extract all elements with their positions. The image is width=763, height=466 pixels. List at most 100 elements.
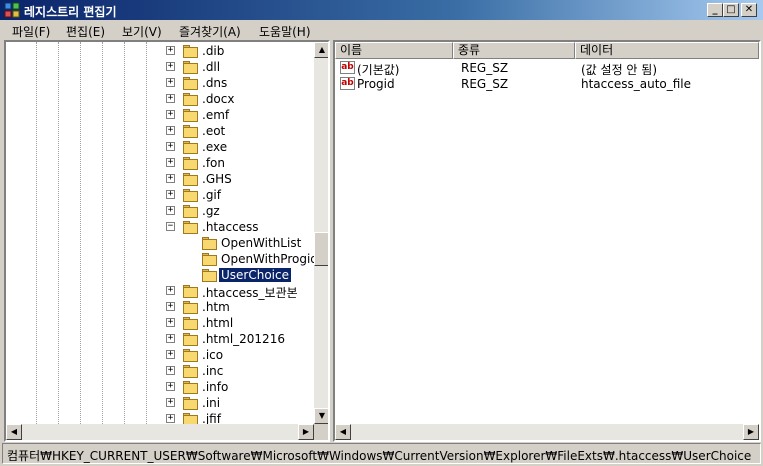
tree-item-label[interactable]: .docx: [200, 92, 236, 106]
tree-item-label[interactable]: .fon: [200, 156, 227, 170]
tree-item[interactable]: + .dns: [6, 75, 312, 91]
tree-vertical-scroll-thumb[interactable]: [314, 232, 328, 266]
collapse-icon[interactable]: −: [166, 222, 175, 231]
expand-icon[interactable]: +: [166, 398, 175, 407]
scroll-down-button[interactable]: ▼: [314, 408, 328, 424]
tree-item[interactable]: + .ico: [6, 347, 312, 363]
tree-item-label[interactable]: OpenWithProgids: [219, 252, 326, 266]
tree-item[interactable]: + .emf: [6, 107, 312, 123]
scroll-right-button[interactable]: ▶: [743, 424, 759, 440]
tree-item[interactable]: + .exe: [6, 139, 312, 155]
tree-item-label[interactable]: .dll: [200, 60, 222, 74]
tree-horizontal-scrollbar[interactable]: ◀ ▶: [6, 424, 314, 440]
list-horizontal-scrollbar[interactable]: ◀ ▶: [335, 424, 759, 440]
expand-icon[interactable]: +: [166, 318, 175, 327]
title-bar[interactable]: 레지스트리 편집기 _ □ ✕: [0, 0, 763, 20]
menu-favorites[interactable]: 즐겨찾기(A): [179, 23, 241, 40]
expand-icon[interactable]: +: [166, 382, 175, 391]
tree-item-label[interactable]: .ico: [200, 348, 225, 362]
value-row[interactable]: ab Progid REG_SZ htaccess_auto_file: [335, 76, 759, 92]
expand-icon[interactable]: +: [166, 78, 175, 87]
tree-item[interactable]: OpenWithProgids: [6, 251, 324, 267]
value-row[interactable]: ab (기본값) REG_SZ (값 설정 안 됨): [335, 60, 759, 77]
values-list-pane[interactable]: 이름 종류 데이터 ab (기본값) REG_SZ (값 설정 안 됨) ab Progi…: [333, 40, 761, 442]
value-type: REG_SZ: [461, 61, 509, 75]
tree-item-label[interactable]: .gif: [200, 188, 223, 202]
column-header-row: 이름 종류 데이터: [335, 42, 759, 59]
tree-item[interactable]: − .htaccess: [6, 219, 312, 235]
scroll-left-button[interactable]: ◀: [6, 424, 22, 440]
folder-icon: [183, 77, 199, 90]
tree-item[interactable]: + .inc: [6, 363, 312, 379]
tree-item[interactable]: + .htaccess_보관본: [6, 283, 312, 300]
scroll-right-button[interactable]: ▶: [298, 424, 314, 440]
tree-item[interactable]: + .dll: [6, 59, 312, 75]
expand-icon[interactable]: +: [166, 46, 175, 55]
tree-item[interactable]: + .info: [6, 379, 312, 395]
tree-item[interactable]: + .gif: [6, 187, 312, 203]
scroll-left-button[interactable]: ◀: [335, 424, 351, 440]
expand-icon[interactable]: +: [166, 350, 175, 359]
tree-item[interactable]: OpenWithList: [6, 235, 312, 251]
tree-item-label[interactable]: .htm: [200, 300, 232, 314]
tree-item[interactable]: + .gz: [6, 203, 312, 219]
expand-icon[interactable]: +: [166, 334, 175, 343]
tree-item-label[interactable]: .eot: [200, 124, 227, 138]
folder-icon: [183, 61, 199, 74]
tree-item[interactable]: + .dib: [6, 43, 312, 59]
menu-view[interactable]: 보기(V): [122, 23, 162, 40]
minimize-button[interactable]: _: [707, 3, 723, 17]
expand-icon[interactable]: +: [166, 174, 175, 183]
tree-item[interactable]: + .docx: [6, 91, 312, 107]
tree-item-label[interactable]: .exe: [200, 140, 229, 154]
expand-icon[interactable]: +: [166, 206, 175, 215]
expand-icon[interactable]: +: [166, 62, 175, 71]
tree-item[interactable]: + .GHS: [6, 171, 312, 187]
tree-item[interactable]: + .ini: [6, 395, 312, 411]
expand-icon[interactable]: +: [166, 366, 175, 375]
expand-icon[interactable]: +: [166, 286, 175, 295]
string-value-icon: ab: [340, 77, 355, 90]
tree-item-label[interactable]: OpenWithList: [219, 236, 303, 250]
folder-icon: [183, 221, 199, 234]
key-tree-pane[interactable]: + .dib + .dll + .dns + .docx + .emf + .eot + .exe + .fo…: [4, 40, 330, 442]
close-button[interactable]: ✕: [741, 3, 757, 17]
column-header-data[interactable]: 데이터: [575, 42, 759, 59]
tree-item-label[interactable]: .inc: [200, 364, 225, 378]
menu-help[interactable]: 도움말(H): [259, 23, 311, 40]
tree-item-label[interactable]: .html: [200, 316, 235, 330]
tree-item-label[interactable]: .dib: [200, 44, 226, 58]
expand-icon[interactable]: +: [166, 158, 175, 167]
tree-item-label[interactable]: .dns: [200, 76, 229, 90]
registry-editor-window: 레지스트리 편집기 _ □ ✕ 파일(F) 편집(E) 보기(V) 즐겨찾기(A…: [0, 0, 763, 466]
column-header-name[interactable]: 이름: [335, 42, 453, 59]
expand-icon[interactable]: +: [166, 142, 175, 151]
tree-item-label[interactable]: .htaccess: [200, 220, 261, 234]
tree-item-label[interactable]: .emf: [200, 108, 231, 122]
tree-item-label[interactable]: .ini: [200, 396, 222, 410]
tree-item[interactable]: + .eot: [6, 123, 312, 139]
tree-item[interactable]: + .html_201216: [6, 331, 312, 347]
menu-file[interactable]: 파일(F): [12, 23, 50, 40]
expand-icon[interactable]: +: [166, 126, 175, 135]
column-header-type[interactable]: 종류: [453, 42, 575, 59]
expand-icon[interactable]: +: [166, 190, 175, 199]
menu-edit[interactable]: 편집(E): [66, 23, 105, 40]
maximize-button[interactable]: □: [723, 3, 739, 17]
tree-item[interactable]: UserChoice: [6, 267, 312, 283]
tree-vertical-scrollbar[interactable]: ▲ ▼: [314, 42, 328, 424]
tree-item[interactable]: + .html: [6, 315, 312, 331]
tree-item-label[interactable]: .GHS: [200, 172, 234, 186]
expand-icon[interactable]: +: [166, 110, 175, 119]
tree-item-label[interactable]: UserChoice: [218, 267, 292, 283]
folder-icon: [183, 45, 199, 58]
tree-item[interactable]: + .htm: [6, 299, 312, 315]
tree-item-label[interactable]: .info: [200, 380, 230, 394]
tree-item-label[interactable]: .html_201216: [200, 332, 287, 346]
scroll-up-button[interactable]: ▲: [314, 42, 328, 58]
tree-item[interactable]: + .fon: [6, 155, 312, 171]
expand-icon[interactable]: +: [166, 94, 175, 103]
expand-icon[interactable]: +: [166, 414, 175, 423]
tree-item-label[interactable]: .gz: [200, 204, 222, 218]
expand-icon[interactable]: +: [166, 302, 175, 311]
